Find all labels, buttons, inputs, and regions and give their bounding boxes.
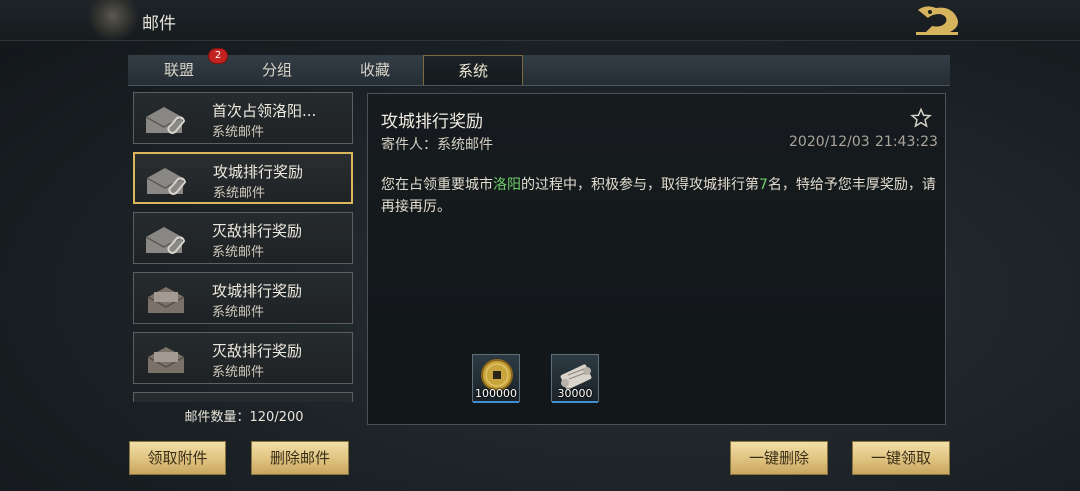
- page-title: 邮件: [142, 14, 176, 34]
- mail-count-label: 邮件数量：: [184, 410, 250, 425]
- list-item[interactable]: 灭敌排行奖励 系统邮件: [133, 212, 353, 264]
- unread-badge: 2: [208, 48, 228, 64]
- mail-detail-panel: 攻城排行奖励 寄件人：系统邮件 2020/12/03 21:43:23 您在占领…: [367, 93, 946, 425]
- list-item[interactable]: 灭敌排行奖励 系统邮件: [133, 332, 353, 384]
- body-text: 您在占领重要城市: [381, 177, 493, 193]
- list-item[interactable]: 攻城排行奖励 系统邮件: [133, 272, 353, 324]
- mail-count-value: 120/200: [249, 410, 304, 425]
- mail-subject: 攻城排行奖励: [213, 163, 304, 181]
- mail-list[interactable]: 首次占领洛阳... 系统邮件 攻城排行奖励 系统邮件 灭敌排行奖励 系统邮件 攻…: [132, 92, 356, 402]
- mail-subject: 灭敌排行奖励: [212, 342, 303, 360]
- collect-all-button[interactable]: 一键领取: [852, 441, 950, 475]
- mail-sender: 系统邮件: [213, 186, 266, 201]
- opened-mail-icon: [147, 347, 185, 373]
- mail-subject: 攻城排行奖励: [212, 282, 303, 300]
- emblem-icon: [88, 0, 138, 40]
- top-bar: 邮件: [0, 0, 1080, 41]
- body-text: 的过程中，积极参与，取得攻城排行第: [521, 177, 759, 193]
- mail-sender: 系统邮件: [212, 245, 265, 260]
- mail-sender: 系统邮件: [212, 125, 265, 140]
- mail-detail-sender: 寄件人：系统邮件: [381, 137, 493, 153]
- star-icon[interactable]: [910, 107, 932, 129]
- mail-sender: 系统邮件: [212, 365, 265, 380]
- rank-highlight: 7: [759, 177, 768, 193]
- mail-count: 邮件数量：120/200: [132, 406, 356, 425]
- tab-system[interactable]: 系统: [423, 55, 523, 85]
- delete-mail-button[interactable]: 删除邮件: [251, 441, 349, 475]
- mail-subject: 首次占领洛阳...: [212, 102, 317, 120]
- mail-subject: 灭敌排行奖励: [212, 222, 303, 240]
- tab-favorites[interactable]: 收藏: [326, 55, 424, 85]
- dragon-back-icon[interactable]: [912, 2, 964, 38]
- mail-sender: 系统邮件: [212, 305, 265, 320]
- mail-detail-body: 您在占领重要城市洛阳的过程中，积极参与，取得攻城排行第7名，特给予您丰厚奖励，请…: [381, 174, 941, 218]
- mail-tabs: 联盟 分组 收藏 系统: [128, 55, 950, 86]
- reward-item[interactable]: 100000: [472, 354, 520, 403]
- mail-detail-title: 攻城排行奖励: [381, 112, 483, 132]
- list-item-partial[interactable]: [133, 392, 353, 402]
- collect-attachments-button[interactable]: 领取附件: [129, 441, 226, 475]
- opened-mail-icon: [147, 287, 185, 313]
- mail-detail-date: 2020/12/03: [789, 134, 870, 150]
- mail-detail-time: 21:43:23: [875, 134, 938, 150]
- opened-mail-attachment-icon: [146, 168, 187, 195]
- opened-mail-attachment-icon: [145, 107, 186, 134]
- city-link: 洛阳: [493, 177, 521, 193]
- delete-all-button[interactable]: 一键删除: [730, 441, 828, 475]
- tab-group[interactable]: 分组: [228, 55, 326, 85]
- opened-mail-attachment-icon: [145, 227, 186, 254]
- list-item-selected[interactable]: 攻城排行奖励 系统邮件: [133, 152, 353, 204]
- reward-quantity: 100000: [475, 387, 517, 400]
- reward-quantity: 30000: [557, 387, 593, 400]
- list-item[interactable]: 首次占领洛阳... 系统邮件: [133, 92, 353, 144]
- reward-item[interactable]: 30000: [551, 354, 599, 403]
